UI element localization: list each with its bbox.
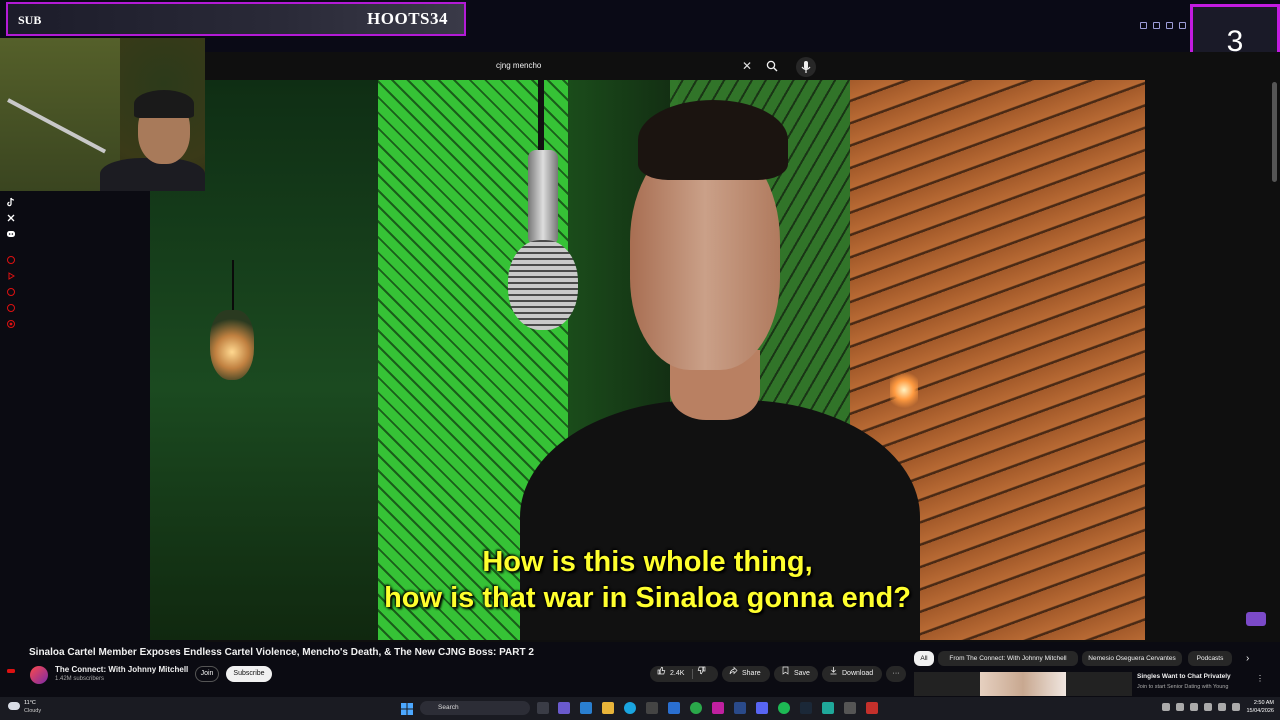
app-icon[interactable]	[1190, 703, 1198, 711]
webcam-overlay	[0, 38, 205, 191]
chip-all[interactable]: All	[914, 651, 934, 666]
download-button[interactable]: Download	[822, 666, 882, 682]
app-icon[interactable]	[646, 702, 658, 714]
sub-banner: SUB HOOTS34	[6, 2, 466, 36]
windows-start-icon[interactable]	[401, 702, 413, 715]
subscriber-count: 1.42M subscribers	[55, 676, 105, 682]
video-scene	[232, 260, 234, 315]
cloud-icon[interactable]	[8, 702, 20, 710]
scrollbar[interactable]	[1272, 82, 1277, 182]
thumbs-up-icon	[657, 666, 666, 682]
recommendation-title[interactable]: Singles Want to Chat Privately	[1137, 673, 1231, 680]
settings-icon[interactable]	[844, 702, 856, 714]
overlay-small-icon	[1140, 22, 1147, 29]
clock-time[interactable]: 2:50 AM	[1244, 700, 1274, 706]
more-icon: ···	[892, 670, 900, 677]
video-scene	[538, 80, 544, 152]
join-button[interactable]: Join	[195, 666, 219, 682]
cloud-icon[interactable]	[1176, 703, 1184, 711]
app-icon[interactable]	[712, 702, 724, 714]
video-scene	[528, 150, 558, 245]
record-icon	[6, 255, 16, 265]
youtube-icon[interactable]	[866, 702, 878, 714]
record-icon	[6, 319, 16, 329]
app-icon[interactable]	[668, 702, 680, 714]
webcam-scene	[134, 90, 194, 118]
video-subtitle-line: how is that war in Sinaloa gonna end?	[384, 582, 911, 614]
edge-icon[interactable]	[624, 702, 636, 714]
discord-app-icon[interactable]	[756, 702, 768, 714]
weather-description[interactable]: Cloudy	[24, 708, 41, 714]
overlay-small-icon	[1153, 22, 1160, 29]
taskbar-search[interactable]: Search	[420, 701, 530, 715]
record-icon	[6, 287, 16, 297]
app-icon[interactable]	[690, 702, 702, 714]
close-icon[interactable]: ✕	[742, 60, 754, 72]
chevron-right-icon[interactable]: ›	[1246, 653, 1249, 664]
save-label: Save	[794, 670, 810, 677]
share-button[interactable]: Share	[722, 666, 770, 682]
chip-from-channel[interactable]: From The Connect: With Johnny Mitchell	[938, 651, 1078, 666]
tiktok-icon	[6, 197, 16, 207]
x-icon	[6, 213, 16, 223]
save-button[interactable]: Save	[774, 666, 818, 682]
download-icon	[829, 666, 838, 682]
video-subtitle-line: How is this whole thing,	[482, 546, 813, 578]
volume-icon[interactable]	[1232, 703, 1240, 711]
more-icon[interactable]: ⋮	[1256, 674, 1264, 683]
play-icon	[6, 271, 16, 281]
app-icon[interactable]	[558, 702, 570, 714]
social-sidebar	[0, 191, 22, 673]
wifi-icon[interactable]	[1218, 703, 1226, 711]
share-label: Share	[742, 670, 761, 677]
search-icon[interactable]	[766, 59, 778, 73]
spotify-icon[interactable]	[778, 702, 790, 714]
subscribe-button[interactable]: Subscribe	[226, 666, 272, 682]
webcam-scene	[100, 158, 205, 191]
chevron-up-icon[interactable]	[1162, 703, 1170, 711]
video-scene	[508, 240, 578, 330]
play-icon	[6, 666, 16, 676]
bookmark-icon	[781, 666, 790, 682]
download-label: Download	[842, 670, 874, 677]
like-count: 2.4K	[670, 670, 685, 677]
share-icon	[729, 666, 738, 682]
video-scene	[210, 310, 254, 380]
recommendation-thumbnail-image[interactable]	[980, 672, 1066, 696]
overlay-small-icon	[1179, 22, 1186, 29]
streamer-name: HOOTS34	[367, 9, 448, 28]
channel-name[interactable]: The Connect: With Johnny Mitchell	[55, 665, 188, 674]
file-explorer-icon[interactable]	[602, 702, 614, 714]
more-actions-button[interactable]: ···	[886, 666, 906, 682]
overlay-mini-icons	[1140, 22, 1186, 29]
app-icon[interactable]	[822, 702, 834, 714]
app-icon[interactable]	[580, 702, 592, 714]
avatar[interactable]	[30, 666, 48, 684]
thumbs-down-icon[interactable]	[697, 666, 706, 682]
sub-label: SUB	[18, 13, 42, 27]
chip-podcasts[interactable]: Podcasts	[1188, 651, 1232, 666]
video-scene	[890, 370, 918, 410]
microphone-icon[interactable]	[796, 57, 816, 77]
video-scene	[638, 100, 788, 180]
app-icon[interactable]	[1204, 703, 1212, 711]
like-button[interactable]: 2.4K	[650, 666, 718, 682]
search-query[interactable]: cjng mencho	[496, 61, 541, 70]
weather-temperature[interactable]: 11°C	[24, 700, 36, 706]
chip-topic[interactable]: Nemesio Oseguera Cervantes	[1082, 651, 1182, 666]
channel-watermark-icon[interactable]	[1246, 612, 1266, 626]
video-title: Sinaloa Cartel Member Exposes Endless Ca…	[29, 647, 534, 658]
record-icon	[6, 303, 16, 313]
steam-icon[interactable]	[800, 702, 812, 714]
discord-icon	[6, 229, 16, 239]
task-view-icon[interactable]	[537, 702, 549, 714]
windows-taskbar	[0, 697, 1280, 720]
divider	[692, 669, 694, 679]
system-tray	[1162, 703, 1240, 711]
app-icon[interactable]	[734, 702, 746, 714]
clock-date[interactable]: 15/04/2026	[1240, 708, 1274, 714]
recommendation-description: Join to start Senior Dating with Young	[1137, 684, 1229, 690]
overlay-small-icon	[1166, 22, 1173, 29]
